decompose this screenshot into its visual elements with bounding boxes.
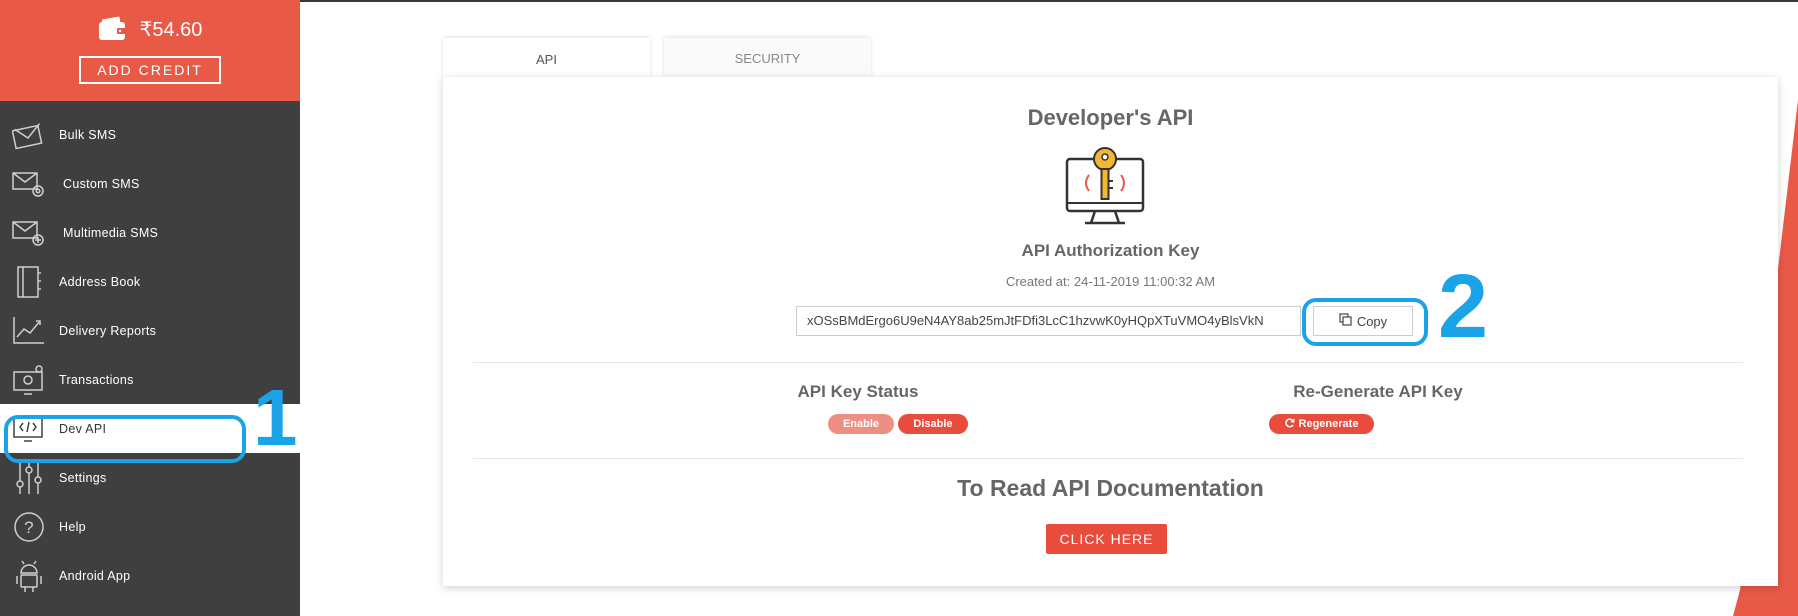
sidebar-item-delivery-reports[interactable]: Delivery Reports	[0, 306, 300, 355]
tab-api[interactable]: API	[443, 38, 650, 80]
sidebar-item-multimedia-sms[interactable]: Multimedia SMS	[0, 208, 300, 257]
wallet-balance: ₹54.60	[98, 16, 203, 42]
sidebar-item-label: Custom SMS	[63, 176, 140, 191]
top-border-line	[300, 0, 1798, 2]
sidebar-item-label: Address Book	[59, 274, 141, 289]
page-title: Developer's API	[1027, 105, 1194, 130]
sidebar: ₹54.60 ADD CREDIT Bulk SMS Custom SMS Mu…	[0, 0, 300, 616]
click-here-button[interactable]: CLICK HERE	[1046, 524, 1167, 554]
sidebar-item-label: Delivery Reports	[59, 323, 157, 338]
annotation-step-1: 1	[253, 373, 298, 462]
annotation-highlight-copy	[1302, 298, 1428, 346]
sidebar-item-help[interactable]: ? Help	[0, 502, 300, 551]
sidebar-item-address-book[interactable]: Address Book	[0, 257, 300, 306]
wallet-panel: ₹54.60 ADD CREDIT	[0, 0, 300, 101]
regenerate-title: Re-Generate API Key	[1293, 382, 1463, 401]
address-book-icon	[12, 264, 46, 300]
created-timestamp: Created at: 24-11-2019 11:00:32 AM	[1005, 274, 1216, 289]
divider	[473, 458, 1743, 459]
monitor-money-icon	[12, 362, 46, 398]
sidebar-item-label: Settings	[59, 470, 107, 485]
divider	[473, 362, 1743, 363]
api-key-value: xOSsBMdErgo6U9eN4AY8ab25mJtFDfi3LcC1hzvw…	[807, 313, 1264, 328]
sidebar-menu: Bulk SMS Custom SMS Multimedia SMS Addre…	[0, 110, 300, 600]
refresh-icon	[1284, 417, 1295, 431]
sidebar-item-label: Bulk SMS	[59, 127, 117, 142]
disable-button[interactable]: Disable	[898, 414, 968, 434]
api-key-status-title: API Key Status	[797, 382, 919, 401]
api-key-icon	[1063, 145, 1147, 229]
sidebar-item-label: Multimedia SMS	[63, 225, 159, 240]
wallet-icon	[98, 16, 128, 42]
tab-security[interactable]: SECURITY	[664, 38, 871, 78]
android-icon	[12, 558, 46, 594]
chart-icon	[12, 313, 46, 349]
sidebar-item-label: Help	[59, 519, 86, 534]
regenerate-button[interactable]: Regenerate	[1269, 414, 1374, 434]
svg-text:?: ?	[24, 518, 34, 537]
tab-bar: API SECURITY	[443, 38, 871, 80]
documentation-title: To Read API Documentation	[957, 475, 1264, 501]
enable-button[interactable]: Enable	[828, 414, 894, 434]
sidebar-item-custom-sms[interactable]: Custom SMS	[0, 159, 300, 208]
balance-amount: ₹54.60	[139, 18, 203, 41]
envelope-icon	[12, 117, 46, 153]
envelope-gear-icon	[12, 166, 46, 202]
api-key-subtitle: API Authorization Key	[1021, 241, 1200, 260]
sidebar-item-bulk-sms[interactable]: Bulk SMS	[0, 110, 300, 159]
add-credit-button[interactable]: ADD CREDIT	[79, 56, 221, 84]
sidebar-item-label: Transactions	[59, 372, 134, 387]
regenerate-label: Regenerate	[1298, 418, 1359, 430]
sidebar-item-android-app[interactable]: Android App	[0, 551, 300, 600]
question-icon: ?	[12, 509, 46, 545]
api-card: Developer's API API Authorization Key Cr…	[443, 77, 1778, 586]
api-key-field[interactable]: xOSsBMdErgo6U9eN4AY8ab25mJtFDfi3LcC1hzvw…	[796, 306, 1301, 336]
sliders-icon	[12, 460, 46, 496]
annotation-step-2: 2	[1438, 257, 1489, 357]
envelope-plus-icon	[12, 215, 46, 251]
annotation-highlight-dev-api	[4, 415, 246, 463]
sidebar-item-label: Android App	[59, 568, 131, 583]
